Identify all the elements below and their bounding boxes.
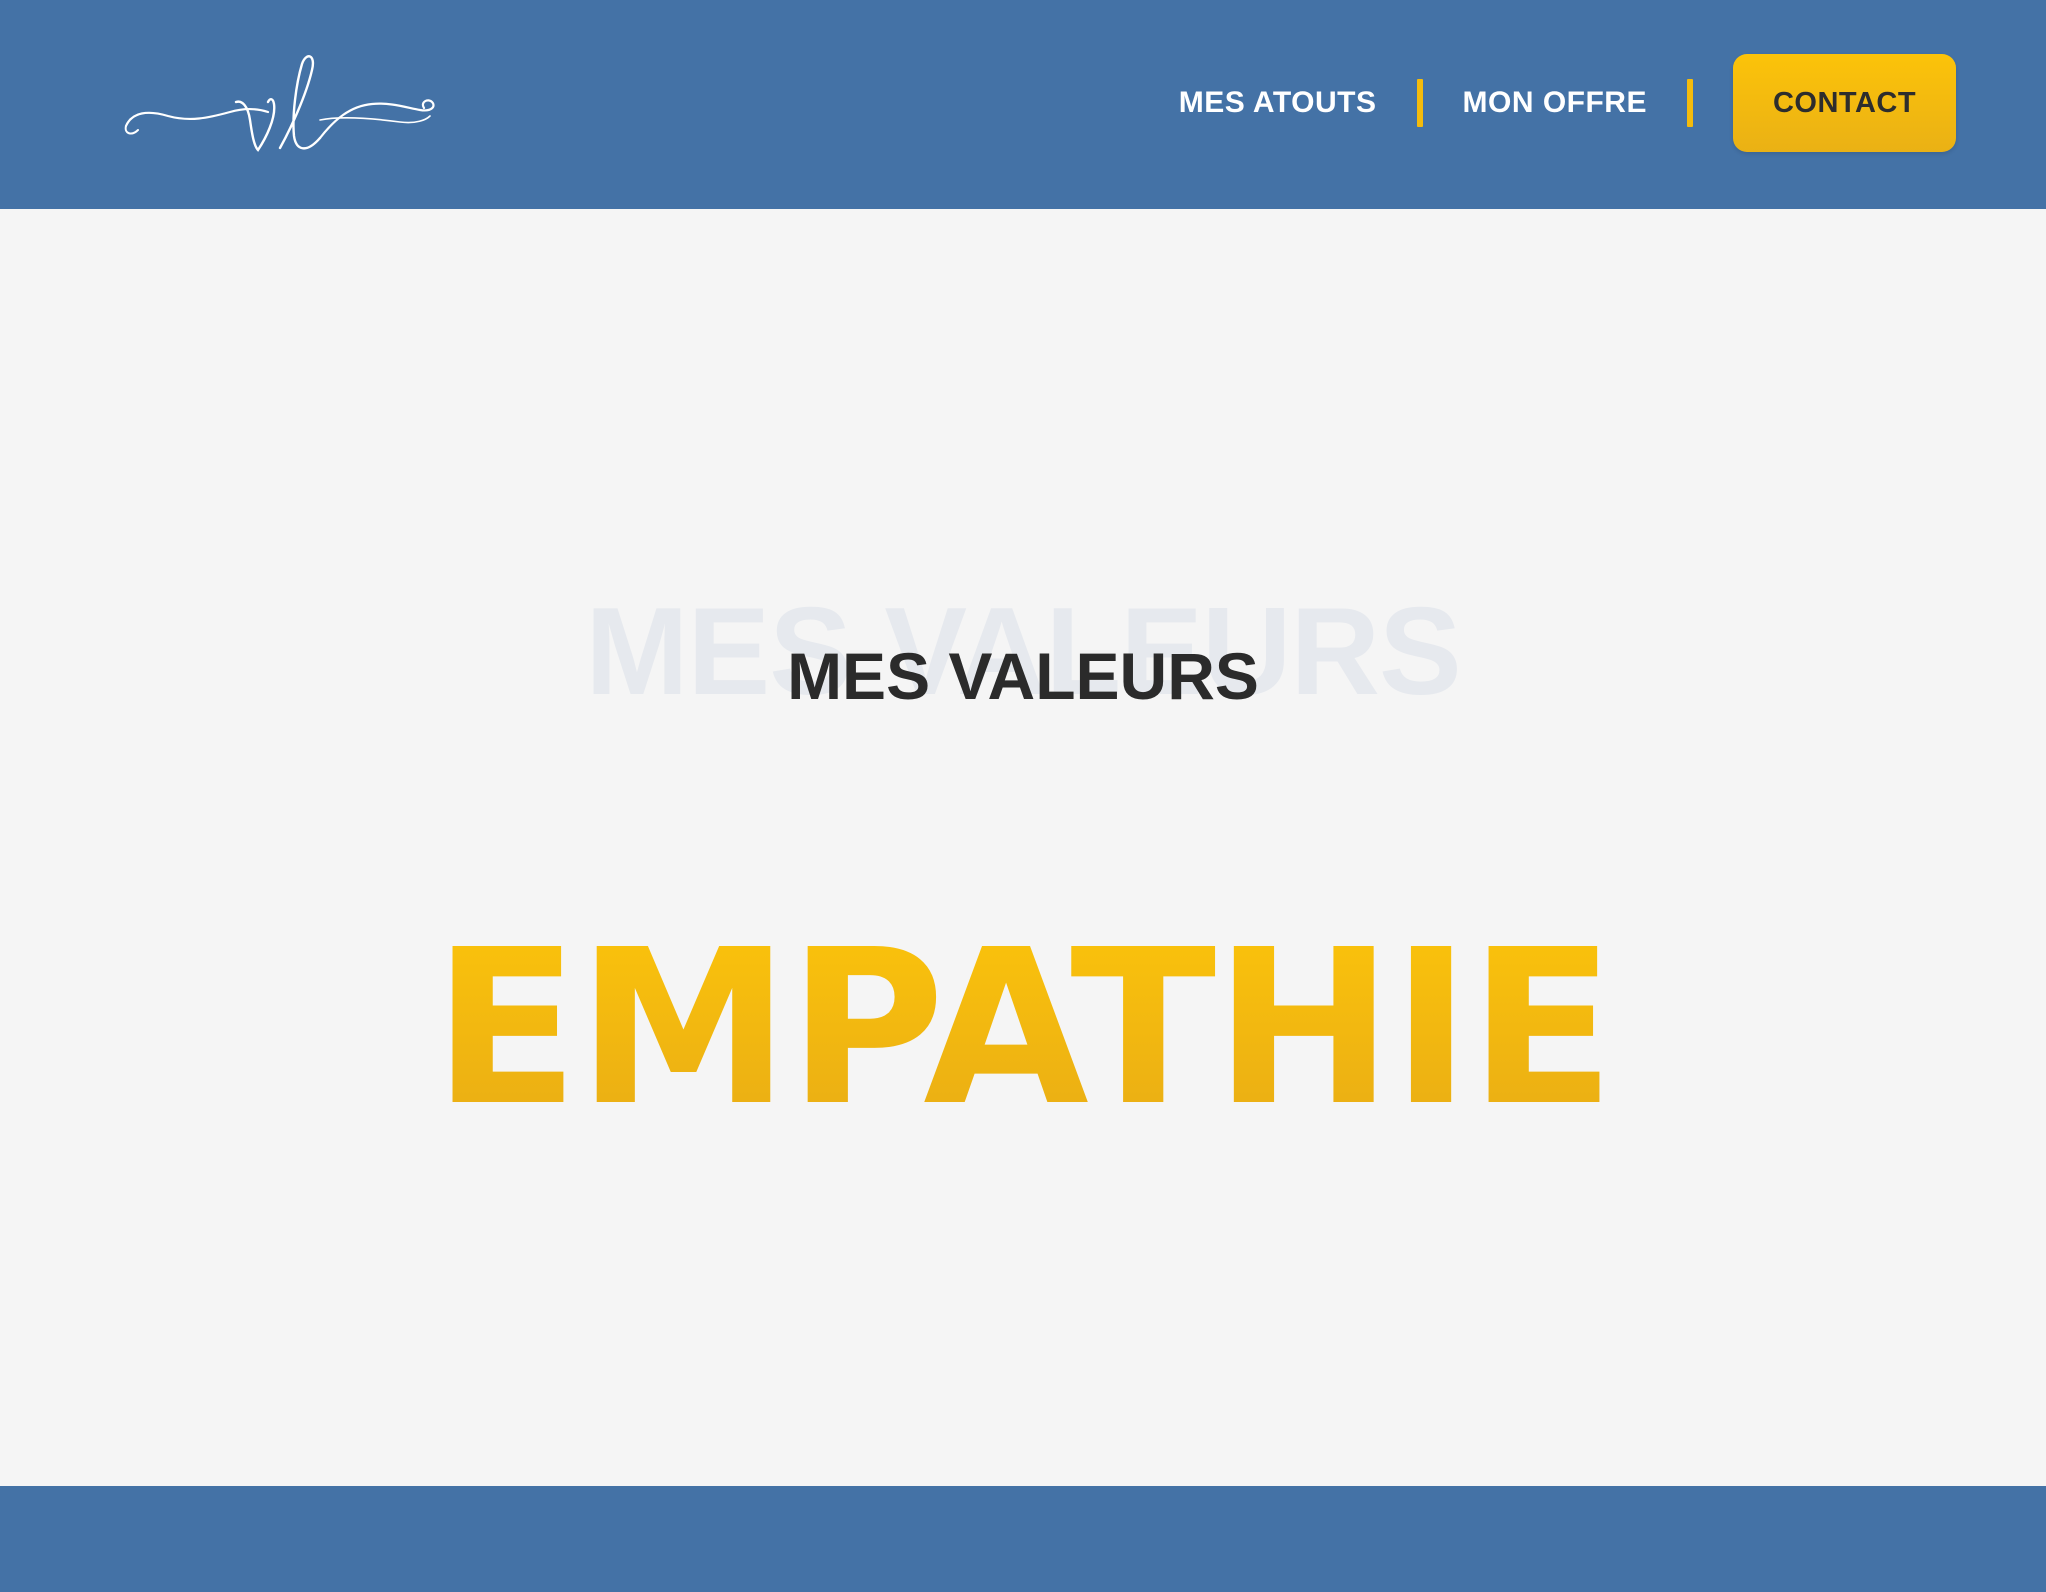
nav-link-mes-atouts[interactable]: MES ATOUTS xyxy=(1179,86,1377,120)
contact-button[interactable]: CONTACT xyxy=(1733,54,1956,152)
main-nav: MES ATOUTS MON OFFRE CONTACT xyxy=(1179,53,1956,153)
nav-link-mon-offre[interactable]: MON OFFRE xyxy=(1463,86,1648,120)
site-footer xyxy=(0,1486,2046,1592)
vl-logo-icon xyxy=(124,55,435,152)
nav-divider xyxy=(1687,79,1693,127)
logo-link[interactable] xyxy=(120,50,440,160)
nav-divider xyxy=(1416,79,1423,127)
site-header: MES ATOUTS MON OFFRE CONTACT xyxy=(0,0,2046,209)
value-word: EMPATHIE xyxy=(0,922,2046,1136)
values-section: MES VALEURS MES VALEURS EMPATHIE xyxy=(0,209,2046,1486)
section-title: MES VALEURS xyxy=(787,639,1259,713)
